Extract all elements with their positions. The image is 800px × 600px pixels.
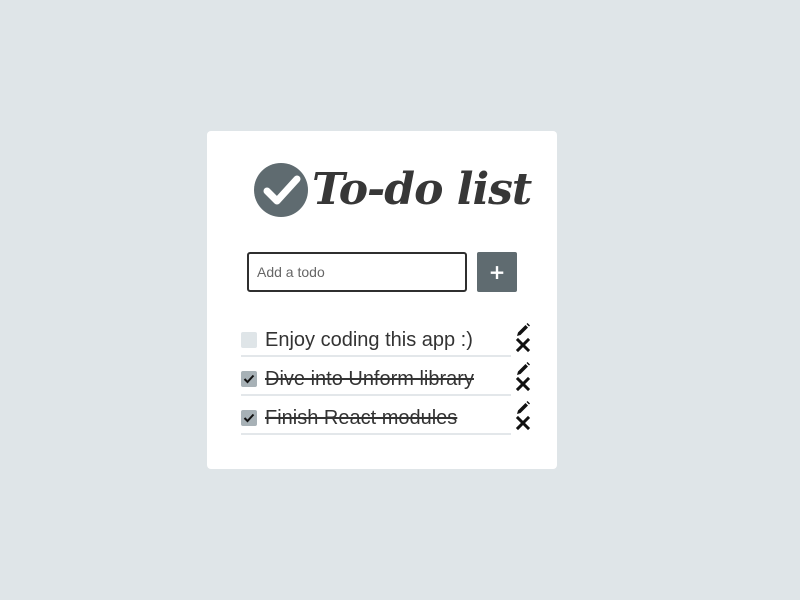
todo-item: Dive into Unform library (241, 361, 531, 400)
todo-actions (515, 400, 531, 432)
todo-actions (515, 322, 531, 354)
todo-actions (515, 361, 531, 393)
x-icon[interactable] (515, 415, 531, 431)
todo-list: Enjoy coding this app :) Dive into Unfor… (241, 322, 531, 439)
pencil-icon[interactable] (515, 361, 531, 377)
todo-item: Finish React modules (241, 400, 531, 439)
todo-row: Finish React modules (241, 400, 511, 435)
x-icon[interactable] (515, 337, 531, 353)
add-todo-button[interactable]: + (477, 252, 517, 292)
pencil-icon[interactable] (515, 322, 531, 338)
checkmark-icon (243, 374, 255, 384)
todo-item: Enjoy coding this app :) (241, 322, 531, 361)
todo-checkbox[interactable] (241, 332, 257, 348)
todo-text[interactable]: Dive into Unform library (265, 366, 474, 392)
todo-row: Dive into Unform library (241, 361, 511, 396)
todo-checkbox[interactable] (241, 410, 257, 426)
todo-card: To-do list + Enjoy coding this app :) (207, 131, 557, 469)
todo-text[interactable]: Enjoy coding this app :) (265, 327, 473, 353)
check-circle-icon (254, 163, 308, 217)
pencil-icon[interactable] (515, 400, 531, 416)
add-todo-input[interactable] (247, 252, 467, 292)
todo-row: Enjoy coding this app :) (241, 322, 511, 357)
page-title: To-do list (312, 164, 532, 215)
app-header: To-do list (254, 160, 532, 220)
checkmark-icon (243, 413, 255, 423)
todo-text[interactable]: Finish React modules (265, 405, 457, 431)
todo-checkbox[interactable] (241, 371, 257, 387)
x-icon[interactable] (515, 376, 531, 392)
